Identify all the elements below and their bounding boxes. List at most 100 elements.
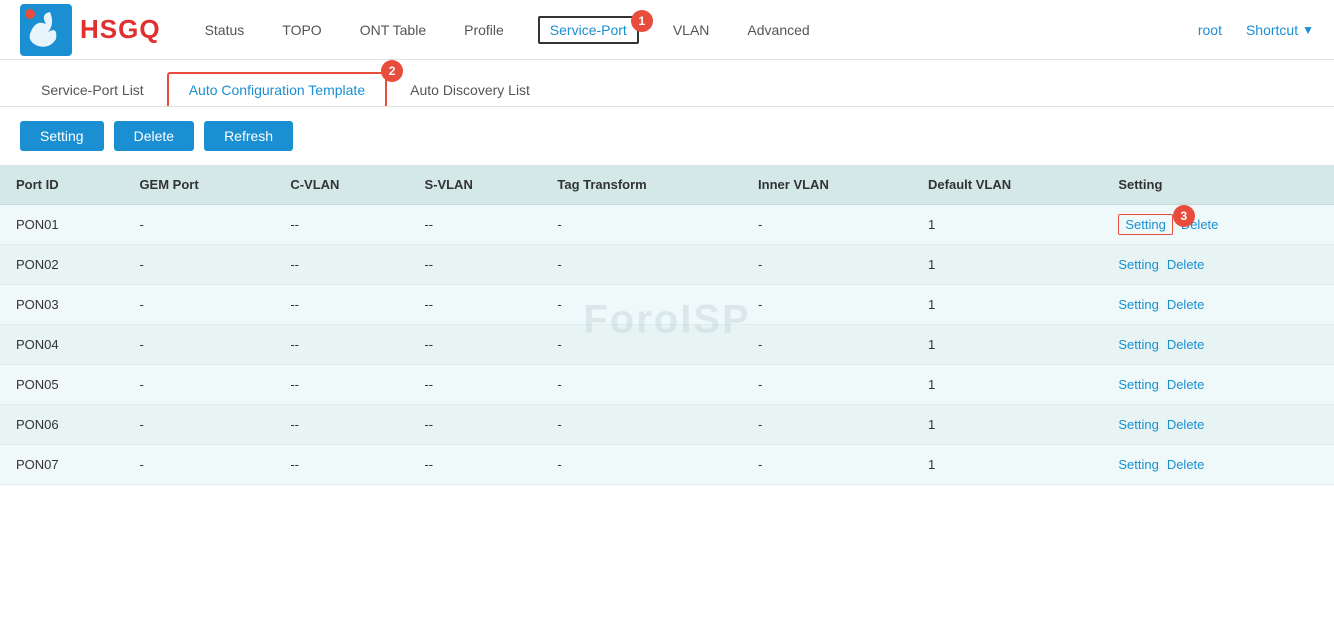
cell-gem-port: - [123, 205, 274, 245]
cell-inner-vlan: - [742, 365, 912, 405]
tab-auto-discovery-list[interactable]: Auto Discovery List [389, 73, 551, 106]
setting-badge-wrap: Setting3 [1118, 217, 1180, 232]
chevron-down-icon: ▼ [1302, 23, 1314, 37]
col-gem-port: GEM Port [123, 165, 274, 205]
setting-action-link[interactable]: Setting [1118, 297, 1158, 312]
cell-inner-vlan: - [742, 405, 912, 445]
cell-c-vlan: -- [274, 445, 408, 485]
cell-tag-transform: - [541, 405, 742, 445]
cell-gem-port: - [123, 405, 274, 445]
cell-gem-port: - [123, 325, 274, 365]
delete-action-link[interactable]: Delete [1167, 377, 1205, 392]
table-row: PON01-------1Setting3Delete [0, 205, 1334, 245]
setting-action-link[interactable]: Setting [1118, 377, 1158, 392]
cell-c-vlan: -- [274, 285, 408, 325]
cell-s-vlan: -- [408, 325, 541, 365]
table-row: PON04-------1SettingDelete [0, 325, 1334, 365]
logo-icon [20, 4, 72, 56]
nav-profile[interactable]: Profile [460, 22, 508, 38]
nav-user[interactable]: root [1194, 22, 1226, 38]
cell-default-vlan: 1 [912, 325, 1102, 365]
cell-gem-port: - [123, 365, 274, 405]
annotation-badge-3: 3 [1173, 205, 1195, 227]
table-row: PON07-------1SettingDelete [0, 445, 1334, 485]
cell-inner-vlan: - [742, 245, 912, 285]
delete-button[interactable]: Delete [114, 121, 194, 151]
cell-actions: Setting Delete [1102, 445, 1334, 485]
cell-actions: Setting Delete [1102, 365, 1334, 405]
cell-c-vlan: -- [274, 405, 408, 445]
cell-s-vlan: -- [408, 205, 541, 245]
col-tag-transform: Tag Transform [541, 165, 742, 205]
cell-port-id: PON01 [0, 205, 123, 245]
refresh-button[interactable]: Refresh [204, 121, 293, 151]
cell-s-vlan: -- [408, 365, 541, 405]
cell-default-vlan: 1 [912, 445, 1102, 485]
table-row: PON03-------1SettingDelete [0, 285, 1334, 325]
setting-button[interactable]: Setting [20, 121, 104, 151]
setting-action-link[interactable]: Setting [1118, 257, 1158, 272]
cell-tag-transform: - [541, 445, 742, 485]
cell-actions: Setting Delete [1102, 285, 1334, 325]
cell-inner-vlan: - [742, 205, 912, 245]
data-table: Port ID GEM Port C-VLAN S-VLAN Tag Trans… [0, 165, 1334, 485]
nav-vlan[interactable]: VLAN [669, 22, 714, 38]
delete-action-link[interactable]: Delete [1167, 457, 1205, 472]
cell-actions: Setting Delete [1102, 245, 1334, 285]
table-container: Port ID GEM Port C-VLAN S-VLAN Tag Trans… [0, 165, 1334, 505]
sub-tabs: Service-Port List Auto Configuration Tem… [0, 60, 1334, 107]
delete-action-link[interactable]: Delete [1167, 257, 1205, 272]
cell-s-vlan: -- [408, 445, 541, 485]
cell-port-id: PON02 [0, 245, 123, 285]
cell-port-id: PON07 [0, 445, 123, 485]
annotation-badge-2: 2 [381, 60, 403, 82]
cell-default-vlan: 1 [912, 245, 1102, 285]
col-s-vlan: S-VLAN [408, 165, 541, 205]
cell-s-vlan: -- [408, 405, 541, 445]
shortcut-label: Shortcut [1246, 22, 1298, 38]
nav-shortcut[interactable]: Shortcut ▼ [1246, 22, 1314, 38]
table-header-row: Port ID GEM Port C-VLAN S-VLAN Tag Trans… [0, 165, 1334, 205]
cell-inner-vlan: - [742, 285, 912, 325]
cell-gem-port: - [123, 445, 274, 485]
setting-action-link[interactable]: Setting [1118, 417, 1158, 432]
cell-port-id: PON06 [0, 405, 123, 445]
setting-action-link[interactable]: Setting [1118, 337, 1158, 352]
cell-actions: Setting Delete [1102, 325, 1334, 365]
cell-c-vlan: -- [274, 205, 408, 245]
setting-action-link[interactable]: Setting [1118, 214, 1172, 235]
delete-action-link[interactable]: Delete [1167, 337, 1205, 352]
toolbar: Setting Delete Refresh [0, 107, 1334, 165]
cell-gem-port: - [123, 245, 274, 285]
setting-action-link[interactable]: Setting [1118, 457, 1158, 472]
cell-default-vlan: 1 [912, 365, 1102, 405]
col-setting: Setting [1102, 165, 1334, 205]
nav-service-port[interactable]: Service-Port [538, 16, 639, 44]
cell-port-id: PON05 [0, 365, 123, 405]
nav-topo[interactable]: TOPO [278, 22, 325, 38]
cell-inner-vlan: - [742, 445, 912, 485]
cell-s-vlan: -- [408, 285, 541, 325]
cell-inner-vlan: - [742, 325, 912, 365]
nav-advanced[interactable]: Advanced [743, 22, 813, 38]
cell-tag-transform: - [541, 285, 742, 325]
cell-port-id: PON04 [0, 325, 123, 365]
col-inner-vlan: Inner VLAN [742, 165, 912, 205]
nav-ont-table[interactable]: ONT Table [356, 22, 430, 38]
nav-status[interactable]: Status [201, 22, 249, 38]
cell-tag-transform: - [541, 245, 742, 285]
cell-c-vlan: -- [274, 365, 408, 405]
delete-action-link[interactable]: Delete [1167, 297, 1205, 312]
logo-text: HSGQ [80, 14, 161, 45]
cell-gem-port: - [123, 285, 274, 325]
annotation-badge-1: 1 [631, 10, 653, 32]
col-port-id: Port ID [0, 165, 123, 205]
tab-auto-configuration-template[interactable]: Auto Configuration Template [167, 72, 387, 106]
col-default-vlan: Default VLAN [912, 165, 1102, 205]
cell-default-vlan: 1 [912, 205, 1102, 245]
table-row: PON06-------1SettingDelete [0, 405, 1334, 445]
tab-service-port-list[interactable]: Service-Port List [20, 73, 165, 106]
cell-c-vlan: -- [274, 245, 408, 285]
cell-s-vlan: -- [408, 245, 541, 285]
delete-action-link[interactable]: Delete [1167, 417, 1205, 432]
